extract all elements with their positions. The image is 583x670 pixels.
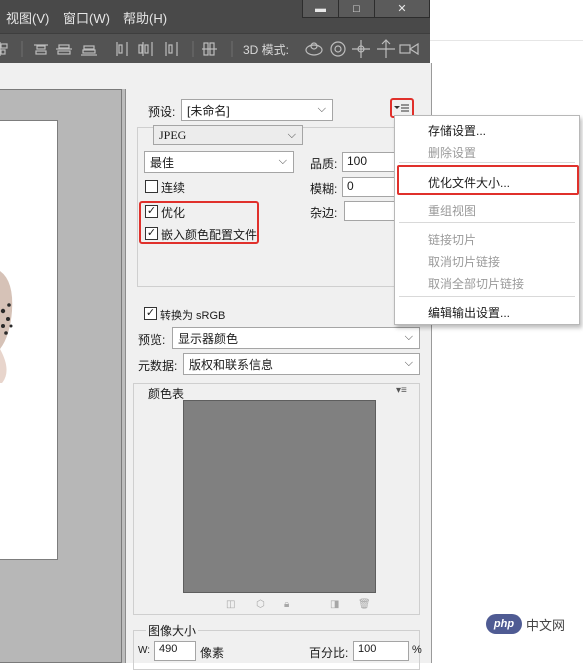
optimized-checkbox[interactable]: ✓ (145, 205, 158, 218)
percent-input[interactable]: 100 (353, 641, 409, 661)
chevron-down-icon: ⌵ (317, 103, 326, 115)
preview-value: 显示器颜色 (178, 332, 239, 346)
progressive-label: 连续 (161, 181, 186, 195)
save-for-web-dialog: 预设: [未命名] ⌵ JPEG ⌵ 最佳 ⌵ 品质: 100 连续 模糊: 0… (0, 63, 432, 670)
minimize-button[interactable]: ▬ (302, 0, 339, 18)
embed-profile-checkbox[interactable]: ✓ (145, 227, 158, 240)
convert-srgb-label: 转换为 sRGB (160, 310, 226, 322)
page-background (430, 0, 583, 41)
menu-separator (399, 222, 575, 223)
scale-3d-icon (399, 42, 419, 56)
color-table-label: 颜色表 (148, 387, 185, 401)
preview-label: 预览: (138, 333, 166, 347)
window-controls: ▬ □ ✕ (302, 0, 430, 18)
preview-select[interactable]: 显示器颜色 ⌵ (172, 327, 420, 349)
progressive-checkbox[interactable] (145, 180, 158, 193)
embed-profile-label: 嵌入颜色配置文件 (161, 228, 258, 242)
slide-3d-icon (377, 39, 395, 58)
metadata-label: 元数据: (138, 359, 178, 373)
web-shift-icon[interactable]: ⬡ (256, 599, 265, 610)
menu-item-save-settings[interactable]: 存储设置... (428, 122, 486, 139)
color-table-menu-icon[interactable]: ▾≡ (396, 385, 407, 396)
percent-unit: % (412, 644, 422, 656)
roll-3d-icon (330, 41, 346, 57)
rotate-3d-icon (305, 42, 323, 56)
lock-color-icon[interactable]: 🔒︎ (284, 599, 289, 610)
chevron-down-icon: ⌵ (278, 155, 287, 167)
align-bottom-icon (81, 45, 97, 56)
preset-select[interactable]: [未命名] ⌵ (181, 99, 333, 121)
optimize-menu: 存储设置... 删除设置 优化文件大小... 重组视图 链接切片 取消切片链接 … (394, 115, 580, 325)
color-table-swatches[interactable] (183, 400, 376, 593)
quality-preset-select[interactable]: 最佳 ⌵ (144, 151, 294, 173)
chevron-down-icon: ⌵ (404, 357, 413, 369)
percent-label: 百分比: (309, 646, 349, 660)
blur-label: 模糊: (310, 182, 338, 196)
new-color-icon[interactable]: ◨ (330, 599, 339, 610)
distribute-center-icon (138, 42, 153, 56)
preview-photo (0, 271, 13, 383)
menu-item-link-slices[interactable]: 链接切片 (428, 231, 476, 248)
width-input[interactable]: 490 (154, 641, 196, 661)
matte-input[interactable] (344, 201, 398, 221)
convert-srgb-checkbox[interactable]: ✓ (144, 307, 157, 320)
close-button[interactable]: ✕ (374, 0, 430, 18)
menu-help[interactable]: 帮助(H) (123, 8, 167, 27)
map-color-icon[interactable]: ◫ (226, 599, 235, 610)
options-bar: 3D 模式: (0, 33, 430, 63)
preview-canvas (0, 89, 122, 663)
auto-align-icon (202, 42, 217, 56)
php-cn-watermark: php 中文网 (486, 612, 583, 636)
delete-color-icon[interactable]: 🗑︎ (358, 599, 371, 610)
blur-input[interactable]: 0 (342, 177, 398, 197)
menu-list-icon (394, 104, 409, 112)
quality-preset-value: 最佳 (150, 156, 175, 170)
preset-label: 预设: (148, 105, 176, 119)
align-top-icon (34, 44, 48, 55)
minimize-icon: ▬ (315, 2, 326, 15)
quality-input[interactable]: 100 (342, 152, 398, 172)
metadata-select[interactable]: 版权和联系信息 ⌵ (183, 353, 420, 375)
watermark-text: 中文网 (526, 617, 566, 633)
align-vcenter-icon (56, 44, 72, 55)
pan-3d-icon (352, 40, 370, 58)
metadata-value: 版权和联系信息 (189, 358, 274, 372)
optimized-label: 优化 (161, 206, 186, 220)
optimize-settings-panel: 预设: [未命名] ⌵ JPEG ⌵ 最佳 ⌵ 品质: 100 连续 模糊: 0… (126, 89, 432, 670)
maximize-icon: □ (353, 2, 360, 15)
align-icon (0, 42, 8, 56)
menu-window[interactable]: 窗口(W) (63, 8, 110, 27)
menu-bar: 视图(V) 窗口(W) 帮助(H) ▬ □ ✕ (0, 0, 430, 33)
preset-value: [未命名] (187, 104, 230, 118)
width-label: W: (138, 645, 151, 656)
close-icon: ✕ (397, 3, 407, 15)
menu-item-edit-output-settings[interactable]: 编辑输出设置... (428, 304, 510, 321)
menu-item-optimize-file-size[interactable]: 优化文件大小... (428, 174, 510, 191)
menu-view[interactable]: 视图(V) (6, 8, 49, 27)
mode-3d-label: 3D 模式: (243, 43, 290, 57)
menu-item-delete-settings[interactable]: 删除设置 (428, 144, 476, 161)
menu-separator (399, 296, 575, 297)
maximize-button[interactable]: □ (338, 0, 375, 18)
chevron-down-icon: ⌵ (404, 331, 413, 343)
format-select[interactable]: JPEG ⌵ (153, 125, 303, 145)
image-preview-area (0, 89, 126, 663)
preview-image (0, 120, 58, 560)
image-size-label: 图像大小 (146, 622, 199, 639)
menu-item-repopulate-views[interactable]: 重组视图 (428, 202, 476, 219)
menu-item-unlink-all-slices[interactable]: 取消全部切片链接 (428, 275, 524, 292)
menu-item-unlink-slice[interactable]: 取消切片链接 (428, 253, 500, 270)
php-logo: php (486, 614, 522, 634)
menu-separator (399, 162, 575, 163)
quality-label: 品质: (310, 157, 338, 171)
distribute-left-icon (116, 42, 128, 56)
chevron-down-icon: ⌵ (287, 129, 296, 141)
format-value: JPEG (159, 128, 187, 142)
width-unit: 像素 (200, 646, 225, 660)
toolbar-icons (0, 39, 419, 58)
matte-label: 杂边: (310, 206, 338, 220)
distribute-right-icon (165, 42, 178, 56)
